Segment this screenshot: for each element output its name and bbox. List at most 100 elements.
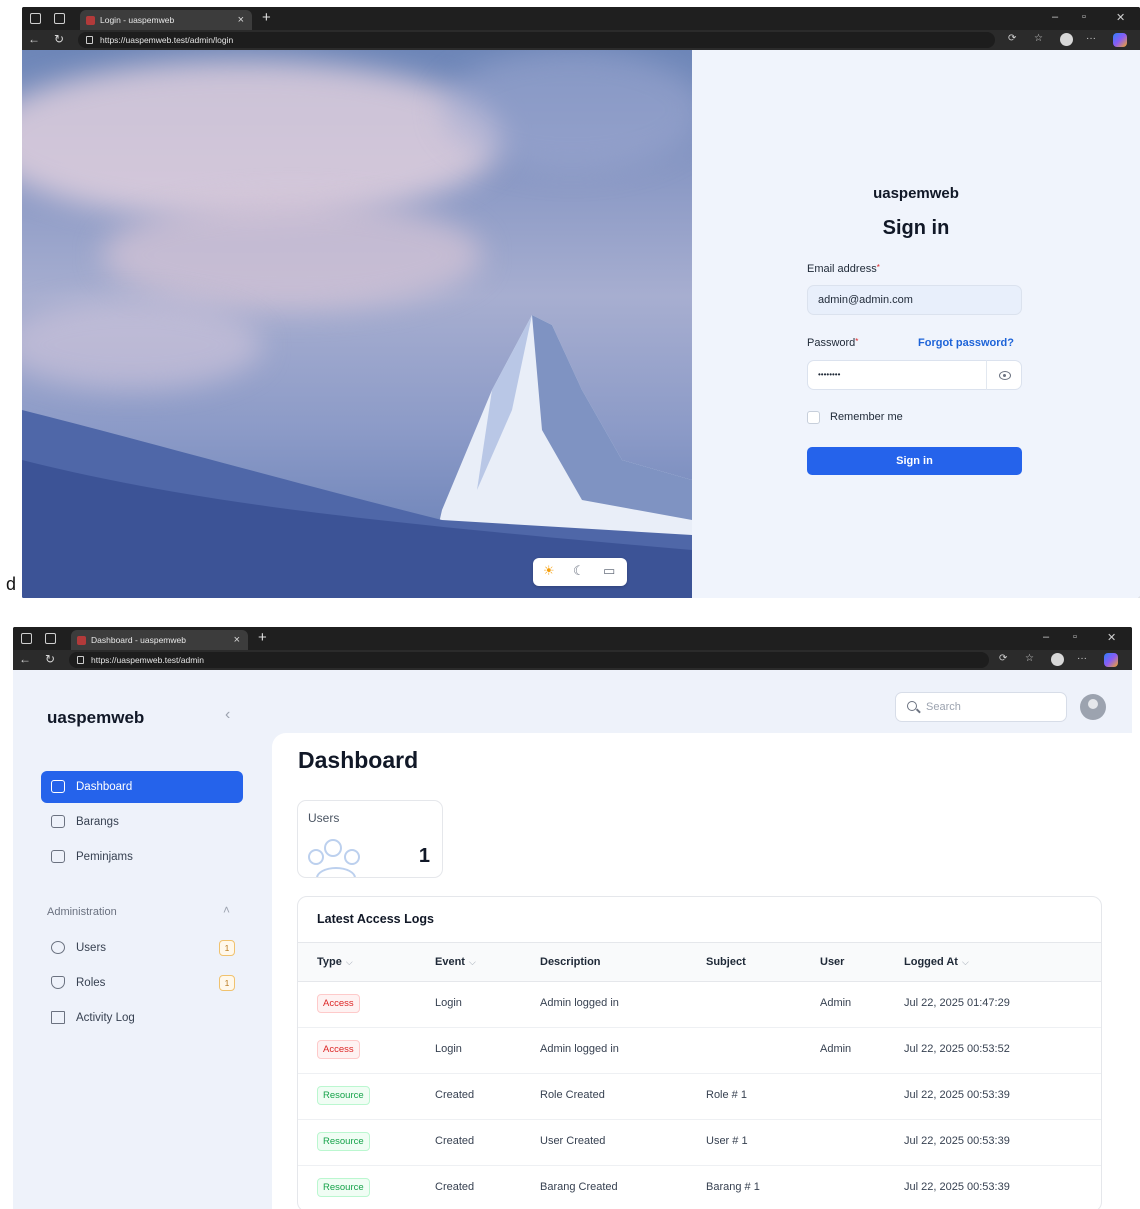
sidebar-item-peminjams[interactable]: Peminjams [41,841,243,873]
column-header-logged-at[interactable]: Logged At ⌵ [904,956,969,968]
sidebar-item-activity-log[interactable]: Activity Log [41,1002,243,1034]
tab-actions-icon[interactable] [45,633,56,644]
sun-icon[interactable]: ☀ [543,563,555,579]
workspaces-icon[interactable] [21,633,32,644]
logged-at-cell: Jul 22, 2025 00:53:39 [904,1181,1010,1193]
stray-text: d [6,574,17,594]
refresh-icon[interactable]: ↻ [54,32,64,46]
table-row[interactable]: Access Login Admin logged in Admin Jul 2… [298,982,1101,1028]
workspaces-icon[interactable] [30,13,41,24]
new-tab-icon[interactable]: + [258,629,267,646]
column-header-type[interactable]: Type ⌵ [317,956,353,968]
table-row[interactable]: Resource Created User Created User # 1 J… [298,1120,1101,1166]
type-badge: Resource [317,1132,370,1151]
sidebar-item-label: Users [76,942,107,954]
lock-icon [86,36,93,44]
description-cell: User Created [540,1135,606,1147]
favorites-icon[interactable]: ☆ [1034,33,1043,44]
more-icon[interactable]: ··· [1086,33,1096,44]
theme-switcher: ☀ ☾ ▭ [533,558,627,586]
copilot-icon[interactable] [1104,653,1118,667]
tab-actions-icon[interactable] [54,13,65,24]
tab-login[interactable]: Login - uaspemweb × [80,10,252,30]
back-icon[interactable]: ← [28,32,40,46]
table-row[interactable]: Resource Created Role Created Role # 1 J… [298,1074,1101,1120]
collapse-sidebar-icon[interactable]: ‹ [225,706,230,724]
column-header-event[interactable]: Event ⌵ [435,956,476,968]
favicon-icon [77,636,86,645]
type-badge: Resource [317,1178,370,1197]
sidebar-item-label: Activity Log [76,1012,135,1024]
login-brand: uaspemweb [873,185,959,202]
sort-icon: ⌵ [468,957,476,967]
close-window-icon[interactable]: ✕ [1116,11,1125,24]
tab-bar: Dashboard - uaspemweb × + – ▫ ✕ [13,627,1132,650]
table-row[interactable]: Resource Created Barang Created Barang #… [298,1166,1101,1209]
access-logs-table: Latest Access Logs Type ⌵ Event ⌵ Descript… [297,896,1102,1209]
event-cell: Login [435,997,462,1009]
login-browser-window: Login - uaspemweb × + – ▫ ✕ ← ↻ https://… [22,7,1140,598]
refresh-icon[interactable]: ↻ [45,652,55,666]
sidebar: uaspemweb ‹ Dashboard Barangs Peminjams … [13,670,273,1209]
box-icon [51,815,65,828]
maximize-icon[interactable]: ▫ [1073,631,1077,643]
monitor-icon[interactable]: ▭ [603,563,615,579]
remember-checkbox[interactable] [807,411,820,424]
stat-value: 1 [418,845,430,867]
user-cell: Admin [820,997,852,1009]
minimize-icon[interactable]: – [1043,631,1049,643]
document-icon [51,1011,65,1024]
sign-in-button[interactable]: Sign in [807,447,1022,475]
description-cell: Admin logged in [540,997,619,1009]
favorites-icon[interactable]: ☆ [1025,653,1034,664]
users-stat-card[interactable]: Users 1 [297,800,443,878]
moon-icon[interactable]: ☾ [573,563,585,579]
close-tab-icon[interactable]: × [238,10,244,30]
maximize-icon[interactable]: ▫ [1082,11,1086,23]
sidebar-item-roles[interactable]: Roles 1 [41,967,243,999]
box-icon [51,850,65,863]
logged-at-cell: Jul 22, 2025 01:47:29 [904,997,1010,1009]
email-input[interactable]: admin@admin.com [807,285,1022,315]
sidebar-item-dashboard[interactable]: Dashboard [41,771,243,803]
password-input[interactable]: •••••••• [807,360,987,390]
users-count-badge: 1 [219,940,235,956]
subject-cell: Barang # 1 [706,1181,760,1193]
logged-at-cell: Jul 22, 2025 00:53:39 [904,1089,1010,1101]
nav-group-administration[interactable]: Administration [47,906,117,918]
password-label: Password* [807,337,859,349]
search-input[interactable]: Search [895,692,1067,722]
event-cell: Login [435,1043,462,1055]
event-cell: Created [435,1135,475,1147]
profile-icon[interactable] [1060,33,1073,46]
description-cell: Admin logged in [540,1043,619,1055]
user-avatar[interactable] [1080,694,1106,720]
dashboard-app: uaspemweb ‹ Dashboard Barangs Peminjams … [13,670,1132,1209]
sidebar-item-label: Peminjams [76,851,133,863]
search-icon [907,701,917,711]
show-password-button[interactable] [986,360,1022,390]
lock-icon [77,656,84,664]
copilot-icon[interactable] [1113,33,1127,47]
extensions-icon[interactable]: ⟳ [1008,33,1016,44]
users-icon [306,837,376,877]
tab-dashboard[interactable]: Dashboard - uaspemweb × [71,630,248,650]
url-field[interactable]: https://uaspemweb.test/admin/login [78,32,995,48]
table-row[interactable]: Access Login Admin logged in Admin Jul 2… [298,1028,1101,1074]
chevron-up-icon[interactable]: ˄ [223,903,230,917]
sidebar-item-users[interactable]: Users 1 [41,932,243,964]
url-text: https://uaspemweb.test/admin [91,655,204,665]
close-tab-icon[interactable]: × [234,630,240,650]
url-field[interactable]: https://uaspemweb.test/admin [69,652,989,668]
sidebar-item-barangs[interactable]: Barangs [41,806,243,838]
new-tab-icon[interactable]: + [262,9,271,26]
users-icon [51,941,65,954]
more-icon[interactable]: ··· [1077,653,1087,664]
forgot-password-link[interactable]: Forgot password? [918,337,1014,349]
close-window-icon[interactable]: ✕ [1107,631,1116,644]
back-icon[interactable]: ← [19,652,31,666]
logged-at-cell: Jul 22, 2025 00:53:52 [904,1043,1010,1055]
extensions-icon[interactable]: ⟳ [999,653,1007,664]
minimize-icon[interactable]: – [1052,11,1058,23]
profile-icon[interactable] [1051,653,1064,666]
